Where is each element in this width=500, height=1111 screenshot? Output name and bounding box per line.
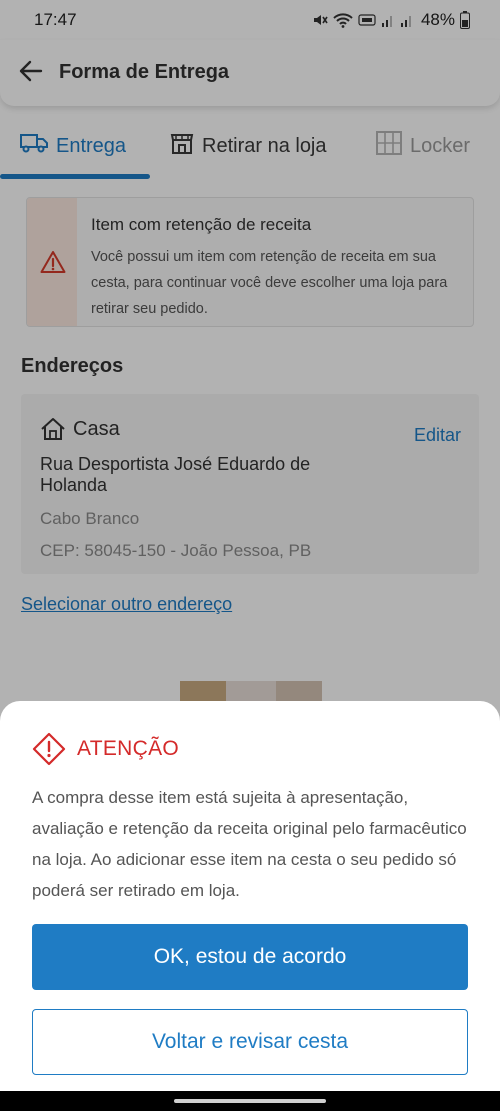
system-nav-bar bbox=[0, 1091, 500, 1111]
modal-title: ATENÇÃO bbox=[77, 737, 180, 760]
review-cart-button[interactable]: Voltar e revisar cesta bbox=[32, 1009, 468, 1075]
modal-text: A compra desse item está sujeita à apres… bbox=[32, 788, 467, 900]
agree-button[interactable]: OK, estou de acordo bbox=[32, 924, 468, 990]
attention-modal: ATENÇÃO A compra desse item está sujeita… bbox=[0, 701, 500, 1111]
home-handle[interactable] bbox=[174, 1099, 326, 1103]
warning-diamond-icon bbox=[32, 732, 66, 771]
